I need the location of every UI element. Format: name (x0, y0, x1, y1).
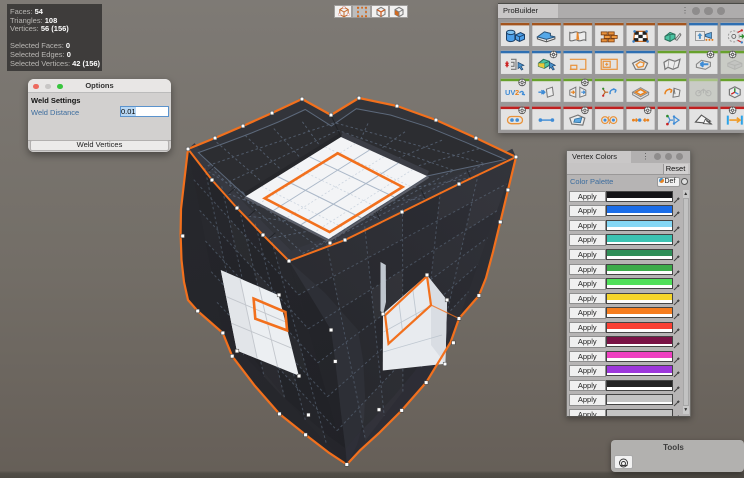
svg-text:UV: UV (505, 88, 515, 97)
svg-text:2: 2 (515, 88, 519, 97)
